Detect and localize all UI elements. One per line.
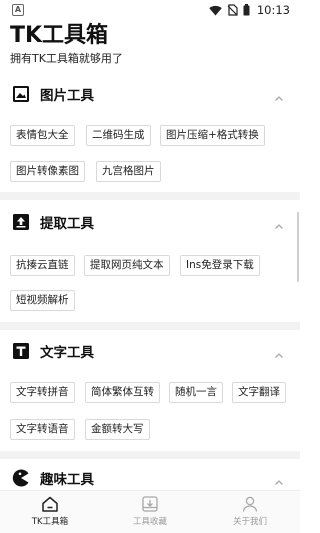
tool-chip-nine-grid[interactable]: 九宫格图片: [96, 161, 161, 182]
image-icon: [12, 85, 30, 103]
tool-chip-direct-link[interactable]: 抗揍云直链: [10, 255, 75, 276]
nav-tab-favorites[interactable]: 工具收藏: [100, 491, 200, 533]
nav-tab-home[interactable]: TK工具箱: [0, 491, 100, 533]
section-title: 文字工具: [40, 345, 94, 361]
tool-chip-qrcode[interactable]: 二维码生成: [86, 125, 151, 146]
clock: 10:13: [256, 3, 290, 17]
tool-chip-random-quote[interactable]: 随机一言: [169, 382, 223, 403]
section-header-extract-tools[interactable]: 提取工具: [12, 213, 288, 232]
tool-chip-ins-download[interactable]: Ins免登录下载: [180, 255, 260, 276]
section-divider: [0, 192, 300, 200]
wifi-icon: [209, 5, 222, 16]
pacman-icon: [12, 469, 30, 487]
tool-chip-pinyin[interactable]: 文字转拼音: [10, 382, 75, 403]
tool-chip-text-to-speech[interactable]: 文字转语音: [10, 419, 75, 440]
section-title: 图片工具: [40, 88, 94, 104]
chevron-up-icon[interactable]: [274, 89, 284, 101]
notification-app-icon: A: [12, 4, 24, 16]
tool-chip-webpage-text[interactable]: 提取网页纯文本: [84, 255, 170, 276]
tool-chip-emoji-pack[interactable]: 表情包大全: [10, 125, 75, 146]
upload-box-icon: [12, 213, 30, 231]
battery-icon: [243, 4, 250, 16]
tool-chip-amount-upper[interactable]: 金额转大写: [85, 419, 150, 440]
favorites-box-icon: [141, 496, 159, 512]
home-icon: [41, 496, 59, 512]
section-title: 趣味工具: [40, 472, 94, 488]
nav-label: 关于我们: [232, 517, 267, 527]
chevron-up-icon[interactable]: [274, 217, 284, 229]
no-sim-icon: [227, 4, 238, 16]
nav-label: TK工具箱: [31, 517, 69, 527]
app-subtitle: 拥有TK工具箱就够用了: [10, 52, 123, 65]
app-title: TK工具箱: [10, 23, 109, 48]
section-header-image-tools[interactable]: 图片工具: [12, 85, 288, 104]
tool-chip-translate[interactable]: 文字翻译: [232, 382, 286, 403]
nav-tab-about[interactable]: 关于我们: [200, 491, 300, 533]
nav-label: 工具收藏: [132, 517, 167, 527]
section-title: 提取工具: [40, 216, 94, 232]
section-divider: [0, 451, 300, 459]
scrollbar[interactable]: [297, 212, 299, 282]
section-header-fun-tools[interactable]: 趣味工具: [12, 469, 288, 488]
text-t-icon: [12, 342, 30, 360]
tool-chip-short-video[interactable]: 短视频解析: [10, 290, 75, 311]
chevron-up-icon[interactable]: [274, 473, 284, 485]
chevron-up-icon[interactable]: [274, 346, 284, 358]
app-screen: A 10:13 TK工具箱 拥有TK工具箱就够用了 图片工具 表情包大全 二维码…: [0, 0, 300, 533]
bottom-nav: TK工具箱 工具收藏 关于我们: [0, 490, 300, 533]
tool-chip-image-compress[interactable]: 图片压缩+格式转换: [160, 125, 265, 146]
tool-chip-pixel-art[interactable]: 图片转像素图: [10, 161, 85, 182]
section-divider: [0, 322, 300, 330]
tool-chip-trad-simp[interactable]: 简体繁体互转: [85, 382, 160, 403]
section-header-text-tools[interactable]: 文字工具: [12, 342, 288, 361]
person-icon: [241, 496, 259, 512]
